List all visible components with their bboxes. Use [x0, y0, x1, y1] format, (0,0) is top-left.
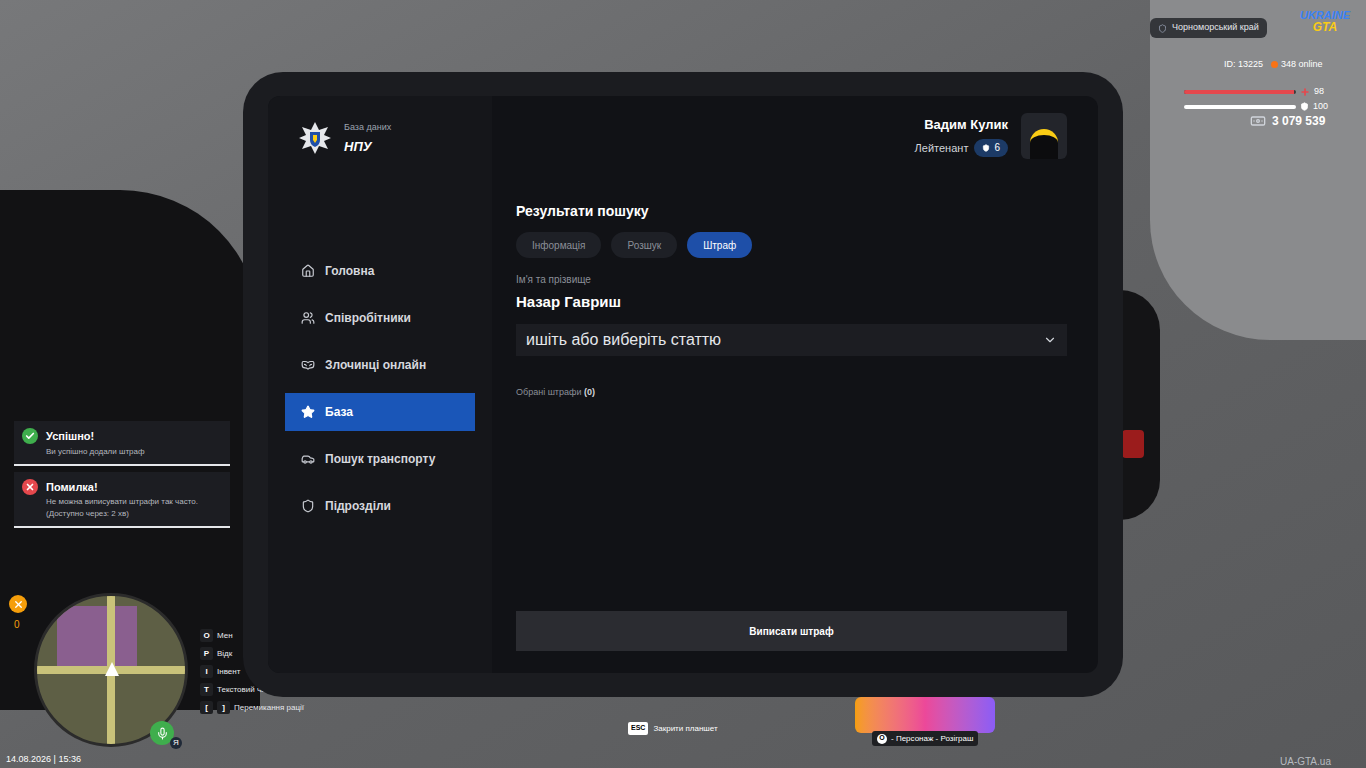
nav-icon: [301, 311, 315, 325]
sidebar: База данихНПУ Головна Співробітники Злочинц…: [268, 96, 492, 673]
nav-icon: [301, 405, 315, 419]
sidebar-item[interactable]: База: [285, 393, 475, 431]
money-icon: [1250, 113, 1266, 129]
chevron-down-icon: [1043, 333, 1057, 347]
armor-icon: [1300, 102, 1309, 111]
npu-logo-icon: [298, 121, 332, 155]
main: Вадим КуликЛейтенант6 Результати пошуку Ін…: [492, 96, 1098, 673]
scene-car-light: [1122, 430, 1144, 458]
nav-icon: [301, 358, 315, 372]
watermark: UA-GTA.ua: [1280, 754, 1331, 768]
sidebar-item[interactable]: Пошук транспорту: [285, 440, 475, 478]
name-label: Ім'я та прізвище: [516, 272, 1067, 287]
promo-banner[interactable]: [855, 697, 995, 733]
nav-icon: [301, 499, 315, 513]
selected-fines: Обрані штрафи (0): [516, 386, 1067, 400]
region-pill: Чорноморський край: [1150, 18, 1267, 38]
tab[interactable]: Розшук: [611, 232, 677, 258]
results-heading: Результати пошуку: [516, 201, 1067, 222]
mic-icon: [156, 727, 169, 740]
sidebar-logo: База данихНПУ: [268, 96, 492, 176]
esc-hint: ESCЗакрити планшет: [628, 722, 718, 735]
key-cap: [: [200, 701, 213, 714]
player-info: ID: 13225348 online: [1224, 58, 1323, 72]
sidebar-nav: Головна Співробітники Злочинці онлайн База П…: [268, 252, 492, 534]
result-tabs: Інформація Розшук Штраф: [516, 232, 1067, 258]
armor-bar: 100: [1184, 100, 1328, 114]
notification: Успішно!Ви успішно додали штраф: [14, 421, 230, 466]
online-dot-icon: [1271, 61, 1278, 68]
game-screen: Чорноморський край UKRAINEGTA ID: 13225348…: [0, 0, 1366, 768]
nav-icon: [301, 264, 315, 278]
key-cap: ]: [217, 701, 230, 714]
level-badge: 6: [974, 139, 1008, 157]
avatar: [1021, 113, 1067, 159]
key-cap: I: [200, 665, 213, 678]
sidebar-item[interactable]: Підрозділи: [285, 487, 475, 525]
tab[interactable]: Штраф: [687, 232, 752, 258]
datetime: 14.08.2026 | 15:36: [6, 753, 81, 767]
nav-icon: [301, 452, 315, 466]
issue-fine-button[interactable]: Виписати штраф: [516, 611, 1067, 651]
player-arrow-icon: [105, 662, 119, 676]
notification: Помилка!Не можна виписувати штрафи так ч…: [14, 472, 230, 529]
key-cap: T: [200, 683, 213, 696]
sidebar-item[interactable]: Злочинці онлайн: [285, 346, 475, 384]
server-logo: UKRAINEGTA: [1294, 10, 1356, 33]
scene-sidewalk: [1150, 0, 1366, 340]
sidebar-item[interactable]: Головна: [285, 252, 475, 290]
success-icon: [22, 428, 38, 444]
tablet-screen: База данихНПУ Головна Співробітники Злочинц…: [268, 96, 1098, 673]
tab[interactable]: Інформація: [516, 232, 601, 258]
sidebar-item[interactable]: Співробітники: [285, 299, 475, 337]
error-icon: [22, 479, 38, 495]
notifications: Успішно!Ви успішно додали штраф Помилка!Н…: [14, 421, 230, 528]
money: 3 079 539: [1250, 112, 1325, 130]
article-select[interactable]: ишіть або виберіть статтю: [516, 324, 1067, 356]
health-icon: [1300, 87, 1310, 97]
user-header: Вадим КуликЛейтенант6: [516, 113, 1067, 159]
voice-indicator: Я: [150, 721, 174, 745]
counter-icon: [9, 595, 27, 613]
health-bar: 98: [1184, 85, 1324, 99]
promo-hint: O- Персонаж - Розіграш: [872, 731, 978, 746]
counter: 0: [14, 617, 20, 632]
tablet: База данихНПУ Головна Співробітники Злочинц…: [243, 72, 1123, 697]
key-cap: O: [200, 629, 213, 642]
person-name: Назар Гавриш: [516, 291, 1067, 314]
region-shield-icon: [1158, 24, 1167, 33]
key-cap: P: [200, 647, 213, 660]
key-hint: []Перемикання рації: [200, 700, 304, 715]
